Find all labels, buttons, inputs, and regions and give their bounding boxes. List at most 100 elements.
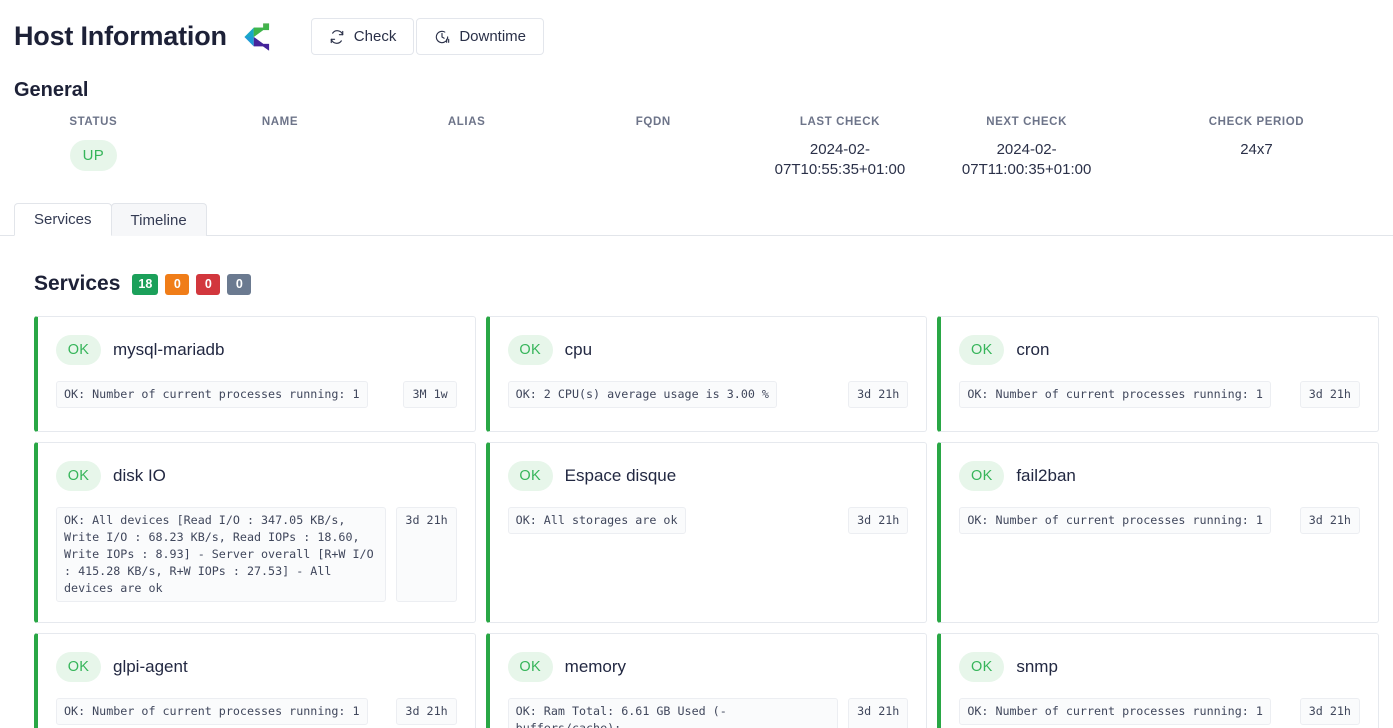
services-header: Services 18 0 0 0: [34, 272, 1393, 296]
service-output: OK: All devices [Read I/O : 347.05 KB/s,…: [56, 507, 386, 602]
service-card[interactable]: OK mysql-mariadb OK: Number of current pro…: [34, 316, 476, 432]
host-status-cell: UP: [0, 136, 187, 180]
service-card[interactable]: OK snmp OK: Number of current processes ru…: [937, 633, 1379, 728]
service-output: OK: Number of current processes running:…: [56, 698, 368, 725]
service-card-header: OK cpu: [508, 335, 909, 365]
service-card-header: OK cron: [959, 335, 1360, 365]
service-name[interactable]: memory: [565, 657, 626, 677]
service-card-body: OK: 2 CPU(s) average usage is 3.00 % 3d 2…: [508, 381, 909, 408]
service-card[interactable]: OK cron OK: Number of current processes ru…: [937, 316, 1379, 432]
service-name[interactable]: cron: [1016, 340, 1049, 360]
service-card-body: OK: All devices [Read I/O : 347.05 KB/s,…: [56, 507, 457, 602]
general-info-table: STATUS NAME ALIAS FQDN LAST CHECK NEXT C…: [0, 116, 1393, 180]
clock-pause-icon: [434, 29, 450, 45]
services-title: Services: [34, 272, 120, 296]
column-header-alias: ALIAS: [373, 116, 560, 136]
service-output: OK: Ram Total: 6.61 GB Used (-buffers/ca…: [508, 698, 838, 728]
service-card-header: OKfail2ban: [959, 461, 1360, 491]
column-header-next-check: NEXT CHECK: [933, 116, 1120, 136]
status-badge: UP: [70, 140, 117, 171]
service-name[interactable]: disk IO: [113, 466, 166, 486]
service-card-header: OK Espace disque: [508, 461, 909, 491]
service-card-body: OK: Number of current processes running:…: [56, 381, 457, 408]
service-card[interactable]: OK memory OK: Ram Total: 6.61 GB Used (-bu…: [486, 633, 928, 728]
service-name[interactable]: snmp: [1016, 657, 1058, 677]
service-duration: 3d 21h: [1300, 507, 1360, 534]
service-output: OK: 2 CPU(s) average usage is 3.00 %: [508, 381, 777, 408]
next-check-cell: 2024-02-07T11:00:35+01:00: [933, 136, 1120, 180]
service-status-badge: OK: [508, 461, 553, 491]
page-title: Host Information: [14, 23, 227, 50]
service-name[interactable]: cpu: [565, 340, 592, 360]
tab-timeline[interactable]: Timeline: [111, 203, 207, 236]
service-card[interactable]: OK Espace disque OK: All storages are ok 3d…: [486, 442, 928, 623]
column-header-fqdn: FQDN: [560, 116, 747, 136]
counter-unknown[interactable]: 0: [227, 274, 251, 295]
service-card-body: OK: Number of current processes running:…: [959, 507, 1360, 534]
service-duration: 3d 21h: [848, 698, 908, 728]
service-status-badge: OK: [508, 652, 553, 682]
service-status-badge: OK: [959, 335, 1004, 365]
host-alias-cell: [373, 136, 560, 180]
counter-warning[interactable]: 0: [165, 274, 189, 295]
host-name-cell: [187, 136, 374, 180]
check-button[interactable]: Check: [311, 18, 415, 55]
downtime-button[interactable]: Downtime: [416, 18, 544, 55]
service-duration: 3d 21h: [396, 698, 456, 725]
column-header-check-period: CHECK PERIOD: [1120, 116, 1393, 136]
service-status-badge: OK: [56, 335, 101, 365]
general-table-header-row: STATUS NAME ALIAS FQDN LAST CHECK NEXT C…: [0, 116, 1393, 136]
service-card-body: OK: Number of current processes running:…: [959, 698, 1360, 725]
centreon-logo-icon: [241, 20, 275, 54]
counter-critical[interactable]: 0: [196, 274, 220, 295]
service-status-badge: OK: [959, 652, 1004, 682]
general-table-value-row: UP 2024-02-07T10:55:35+01:00 2024-02-07T…: [0, 136, 1393, 180]
check-period-cell: 24x7: [1120, 136, 1393, 180]
general-section-title: General: [14, 79, 1393, 102]
service-duration: 3M 1w: [403, 381, 456, 408]
service-card[interactable]: OK disk IO OK: All devices [Read I/O : 347…: [34, 442, 476, 623]
tab-services[interactable]: Services: [14, 203, 112, 236]
page-header: Host Information Check: [0, 0, 1393, 55]
service-name[interactable]: mysql-mariadb: [113, 340, 224, 360]
tab-bar: Services Timeline: [0, 202, 1393, 236]
refresh-icon: [329, 29, 345, 45]
service-card-header: OK disk IO: [56, 461, 457, 491]
service-card-body: OK: Number of current processes running:…: [56, 698, 457, 725]
service-output: OK: Number of current processes running:…: [959, 381, 1271, 408]
service-card-header: OK glpi-agent: [56, 652, 457, 682]
service-status-counters: 18 0 0 0: [132, 274, 251, 295]
service-name[interactable]: fail2ban: [1016, 466, 1076, 486]
service-output: OK: Number of current processes running:…: [56, 381, 368, 408]
service-duration: 3d 21h: [848, 381, 908, 408]
service-card[interactable]: OK cpu OK: 2 CPU(s) average usage is 3.00 …: [486, 316, 928, 432]
service-card[interactable]: OKfail2ban OK: Number of current processe…: [937, 442, 1379, 623]
service-card-body: OK: Ram Total: 6.61 GB Used (-buffers/ca…: [508, 698, 909, 728]
service-duration: 3d 21h: [1300, 698, 1360, 725]
header-actions: Check Downtime: [311, 18, 544, 55]
service-card-header: OK mysql-mariadb: [56, 335, 457, 365]
counter-ok[interactable]: 18: [132, 274, 158, 295]
column-header-last-check: LAST CHECK: [747, 116, 934, 136]
service-card-header: OK snmp: [959, 652, 1360, 682]
service-card-header: OK memory: [508, 652, 909, 682]
downtime-button-label: Downtime: [459, 28, 526, 45]
service-card[interactable]: OK glpi-agent OK: Number of current proces…: [34, 633, 476, 728]
service-output: OK: All storages are ok: [508, 507, 686, 534]
last-check-cell: 2024-02-07T10:55:35+01:00: [747, 136, 934, 180]
service-duration: 3d 21h: [848, 507, 908, 534]
host-fqdn-cell: [560, 136, 747, 180]
service-duration: 3d 21h: [396, 507, 456, 602]
service-output: OK: Number of current processes running:…: [959, 507, 1271, 534]
service-name[interactable]: Espace disque: [565, 466, 677, 486]
service-status-badge: OK: [56, 461, 101, 491]
service-status-badge: OK: [508, 335, 553, 365]
services-card-grid: OK mysql-mariadb OK: Number of current pro…: [0, 296, 1393, 728]
column-header-status: STATUS: [0, 116, 187, 136]
check-button-label: Check: [354, 28, 397, 45]
service-duration: 3d 21h: [1300, 381, 1360, 408]
service-name[interactable]: glpi-agent: [113, 657, 188, 677]
service-output: OK: Number of current processes running:…: [959, 698, 1271, 725]
service-card-body: OK: Number of current processes running:…: [959, 381, 1360, 408]
service-status-badge: OK: [56, 652, 101, 682]
